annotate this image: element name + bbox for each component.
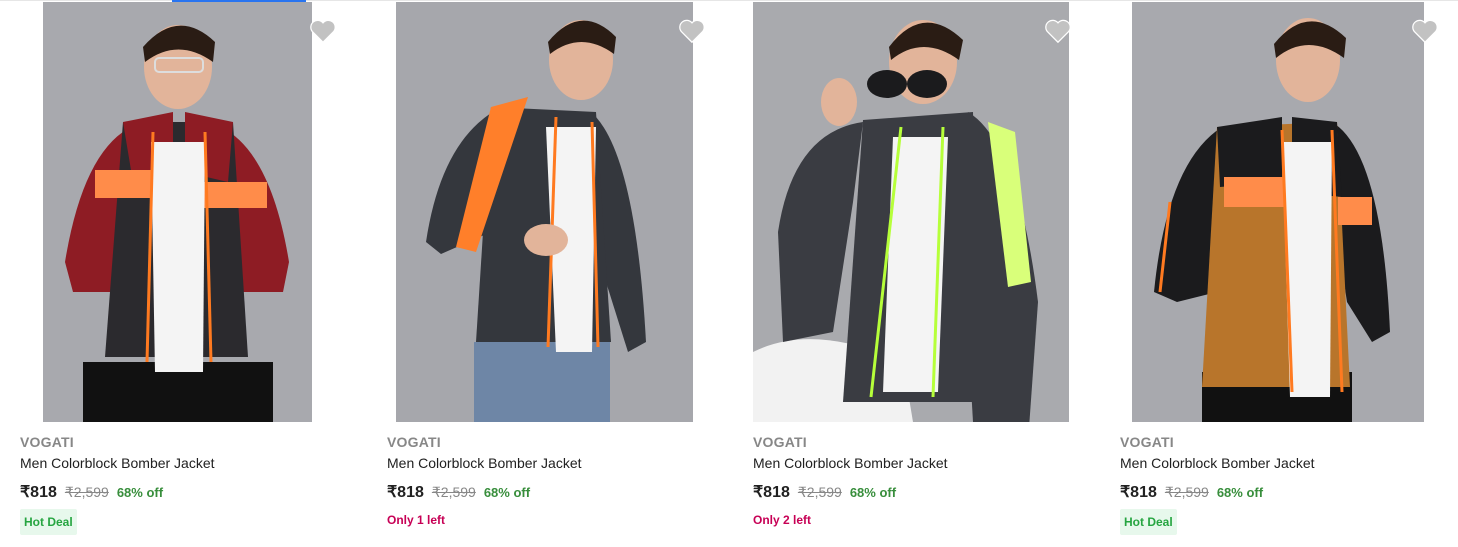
discount-label: 68% off [1216, 485, 1264, 500]
discount-label: 68% off [116, 485, 164, 500]
product-title[interactable]: Men Colorblock Bomber Jacket [20, 455, 215, 471]
original-price: ₹2,599 [431, 484, 476, 500]
discount-label: 68% off [849, 485, 897, 500]
selling-price: ₹818 [1120, 484, 1157, 501]
selling-price: ₹818 [20, 484, 57, 501]
brand-name: VOGATI [387, 434, 441, 450]
price-row: ₹818 ₹2,599 68% off [20, 482, 163, 502]
product-image[interactable] [396, 2, 693, 422]
product-image[interactable] [1132, 2, 1424, 422]
jacket-photo-icon [753, 2, 1069, 422]
product-image[interactable] [43, 2, 312, 422]
product-title[interactable]: Men Colorblock Bomber Jacket [1120, 455, 1315, 471]
wishlist-button[interactable] [677, 16, 707, 46]
price-row: ₹818 ₹2,599 68% off [1120, 482, 1263, 502]
stock-status: Only 2 left [753, 513, 812, 527]
brand-name: VOGATI [753, 434, 807, 450]
heart-icon [1045, 19, 1071, 44]
product-card[interactable]: VOGATI Men Colorblock Bomber Jacket ₹818… [20, 0, 360, 547]
heart-icon [310, 19, 336, 44]
wishlist-button[interactable] [308, 16, 338, 46]
brand-name: VOGATI [1120, 434, 1174, 450]
product-card[interactable]: VOGATI Men Colorblock Bomber Jacket ₹818… [387, 0, 727, 547]
product-card[interactable]: VOGATI Men Colorblock Bomber Jacket ₹818… [753, 0, 1093, 547]
selling-price: ₹818 [387, 484, 424, 501]
discount-label: 68% off [483, 485, 531, 500]
hot-deal-badge: Hot Deal [20, 509, 77, 535]
product-card[interactable]: VOGATI Men Colorblock Bomber Jacket ₹818… [1120, 0, 1458, 547]
jacket-photo-icon [1132, 2, 1424, 422]
brand-name: VOGATI [20, 434, 74, 450]
hot-deal-badge: Hot Deal [1120, 509, 1177, 535]
jacket-photo-icon [396, 2, 693, 422]
heart-icon [679, 19, 705, 44]
jacket-photo-icon [43, 2, 312, 422]
price-row: ₹818 ₹2,599 68% off [387, 482, 530, 502]
product-title[interactable]: Men Colorblock Bomber Jacket [753, 455, 948, 471]
heart-icon [1412, 19, 1438, 44]
stock-status: Only 1 left [387, 513, 446, 527]
product-image[interactable] [753, 2, 1069, 422]
wishlist-button[interactable] [1410, 16, 1440, 46]
product-title[interactable]: Men Colorblock Bomber Jacket [387, 455, 582, 471]
price-row: ₹818 ₹2,599 68% off [753, 482, 896, 502]
original-price: ₹2,599 [797, 484, 842, 500]
original-price: ₹2,599 [64, 484, 109, 500]
wishlist-button[interactable] [1043, 16, 1073, 46]
selling-price: ₹818 [753, 484, 790, 501]
original-price: ₹2,599 [1164, 484, 1209, 500]
